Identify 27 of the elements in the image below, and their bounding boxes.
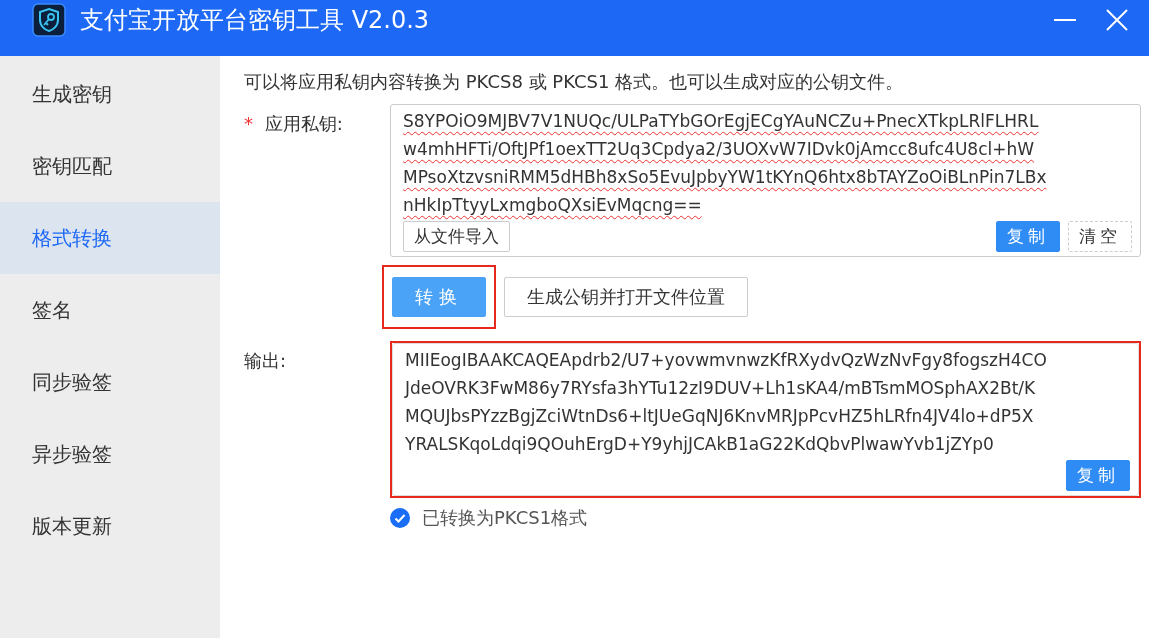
output-text-line: YRALSKqoLdqi9QOuhErgD+Y9yhjJCAkB1aG22KdQbvPlwawYvb1jZYp0 <box>405 433 995 456</box>
window-title: 支付宝开放平台密钥工具 V2.0.3 <box>80 5 430 36</box>
import-button[interactable]: 从文件导入 <box>403 221 510 252</box>
sidebar-item[interactable]: 异步验签 <box>0 418 220 490</box>
status-text: 已转换为PKCS1格式 <box>422 506 588 530</box>
output-text-line: JdeOVRK3FwM86y7RYsfa3hYTu12zI9DUV+Lh1sKA4/mBTsmMOSphAX2Bt/K <box>405 377 1037 400</box>
key-text-line: nHkIpTtyyLxmgboQXsiEvMqcng== <box>403 194 703 217</box>
clear-button[interactable]: 清空 <box>1068 221 1132 252</box>
shield-key-icon <box>32 3 66 37</box>
key-text-line: w4mhHFTi/OftJPf1oexTT2Uq3Cpdya2/3UOXvW7IDvk0jAmcc8ufc4U8cl+hW <box>403 138 1036 161</box>
required-marker: * <box>244 113 253 134</box>
sidebar-item[interactable]: 版本更新 <box>0 490 220 562</box>
sidebar-item[interactable]: 格式转换 <box>0 202 220 274</box>
private-key-field[interactable] <box>390 104 1141 257</box>
sidebar-item[interactable]: 签名 <box>0 274 220 346</box>
description-text: 可以将应用私钥内容转换为 PKCS8 或 PKCS1 格式。也可以生成对应的公钥文件。 <box>244 70 905 94</box>
generate-public-key-button[interactable]: 生成公钥并打开文件位置 <box>504 277 748 317</box>
sidebar-item[interactable]: 生成密钥 <box>0 58 220 130</box>
private-key-label: 应用私钥: <box>264 113 343 134</box>
key-text-line: MPsoXtzvsniRMM5dHBh8xSo5EvuJpbyYW1tKYnQ6htx8bTAYZoOiBLnPin7LBx <box>403 166 1048 189</box>
close-icon[interactable] <box>1105 8 1129 32</box>
output-label: 输出: <box>244 350 287 371</box>
key-text-line: S8YPOiO9MJBV7V1NUQc/ULPaTYbGOrEgjECgYAuNCZu+PnecXTkpLRlFLHRL <box>403 110 1040 133</box>
output-text-line: MIIEogIBAAKCAQEApdrb2/U7+yovwmvnwzKfRXydvQzWzNvFgy8fogszH4CO <box>405 349 1048 372</box>
output-text-line: MQUJbsPYzzBgjZciWtnDs6+ltJUeGqNJ6KnvMRJpPcvHZ5hLRfn4JV4lo+dP5X <box>405 405 1035 428</box>
sidebar-item[interactable]: 同步验签 <box>0 346 220 418</box>
sidebar-item[interactable]: 密钥匹配 <box>0 130 220 202</box>
